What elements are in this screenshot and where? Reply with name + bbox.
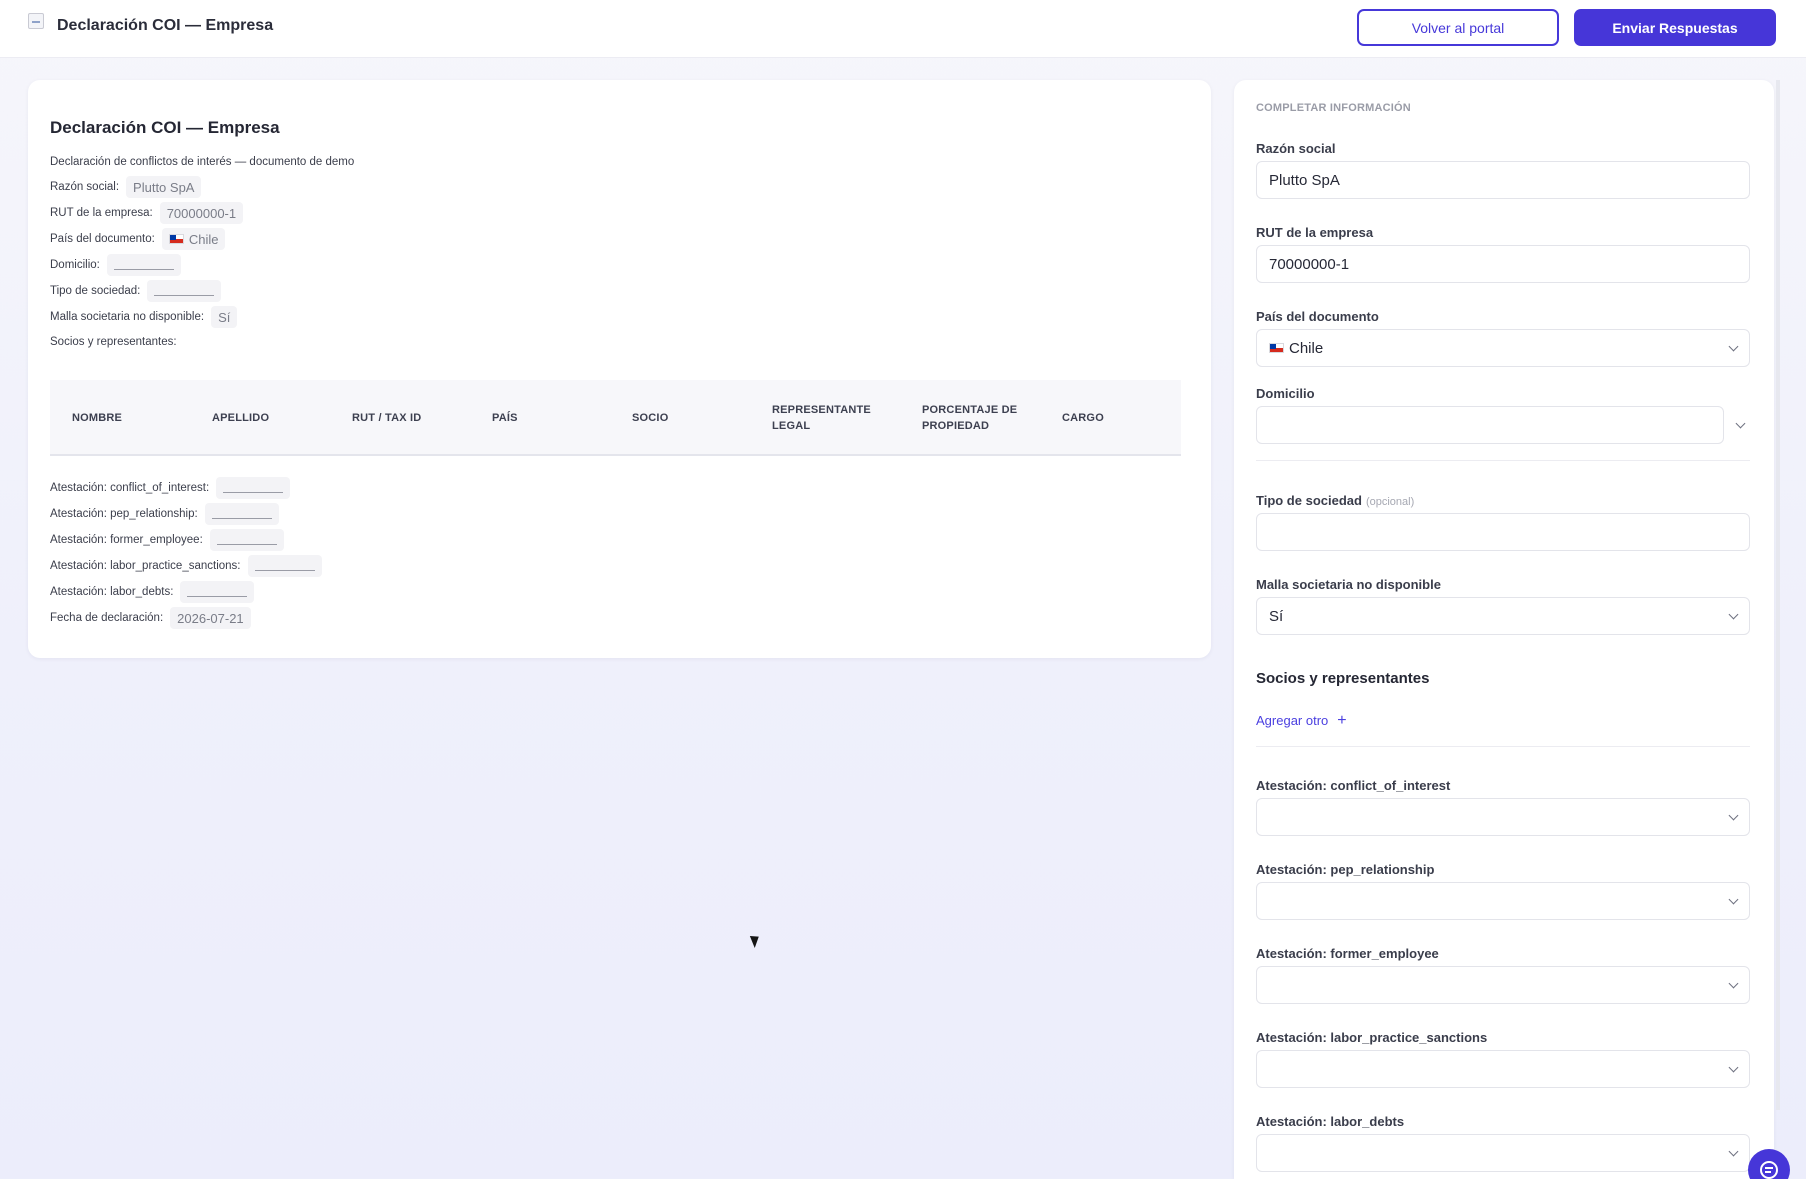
chevron-down-icon xyxy=(1728,978,1739,989)
preview-line-att-pep: Atestación: pep_relationship: xyxy=(50,503,279,525)
divider xyxy=(1256,746,1750,747)
preview-blank-att xyxy=(209,529,284,551)
chevron-down-icon xyxy=(1728,1062,1739,1073)
chevron-down-icon[interactable] xyxy=(1735,418,1746,429)
preview-value-razon: Plutto SpA xyxy=(126,176,202,198)
chevron-down-icon xyxy=(1728,1146,1739,1157)
preview-line-att-coi: Atestación: conflict_of_interest: xyxy=(50,477,291,499)
broken-logo-icon xyxy=(28,13,44,29)
att-labor-practice-label: Atestación: labor_practice_sanctions xyxy=(1256,1030,1488,1045)
att-former-select[interactable] xyxy=(1256,966,1750,1004)
rut-label: RUT de la empresa xyxy=(1256,225,1374,240)
socios-heading: Socios y representantes xyxy=(1256,670,1430,687)
att-labor-practice-select[interactable] xyxy=(1256,1050,1750,1088)
malla-label: Malla societaria no disponible xyxy=(1256,577,1441,592)
att-pep-select[interactable] xyxy=(1256,882,1750,920)
preview-line-att-labor-practice: Atestación: labor_practice_sanctions: xyxy=(50,555,322,577)
top-header: Declaración COI — Empresa Volver al port… xyxy=(0,0,1806,58)
razon-social-label: Razón social xyxy=(1256,141,1336,156)
preview-blank-att xyxy=(180,581,255,603)
preview-blank-att xyxy=(204,503,279,525)
preview-line-tipo: Tipo de sociedad: xyxy=(50,280,222,302)
scrollbar-track[interactable] xyxy=(1776,80,1780,1110)
chile-flag-icon xyxy=(168,234,184,244)
table-header-cell: RUT / TAX ID xyxy=(352,412,422,424)
chevron-down-icon xyxy=(1728,609,1739,620)
preview-blank-att xyxy=(216,477,291,499)
preview-title: Declaración COI — Empresa xyxy=(50,118,280,137)
preview-line-socios: Socios y representantes: xyxy=(50,336,177,348)
preview-blank-tipo xyxy=(147,280,222,302)
table-header-cell: SOCIO xyxy=(632,412,669,424)
submit-answers-button[interactable]: Enviar Respuestas xyxy=(1574,9,1776,46)
chat-icon xyxy=(1760,1161,1778,1179)
preview-value-malla: Sí xyxy=(211,306,238,328)
att-pep-label: Atestación: pep_relationship xyxy=(1256,862,1435,877)
divider xyxy=(1256,460,1750,461)
att-coi-select[interactable] xyxy=(1256,798,1750,836)
tipo-sociedad-input[interactable] xyxy=(1256,513,1750,551)
preview-line-fecha: Fecha de declaración: 2026-07-21 xyxy=(50,607,251,629)
partners-table-header: NOMBRE APELLIDO RUT / TAX ID PAÍS SOCIO … xyxy=(50,380,1181,456)
att-labor-debts-label: Atestación: labor_debts xyxy=(1256,1114,1405,1129)
chevron-down-icon xyxy=(1728,894,1739,905)
preview-line-rut: RUT de la empresa: 70000000-1 xyxy=(50,202,244,224)
header-title: Declaración COI — Empresa xyxy=(57,17,274,34)
preview-subtitle: Declaración de conflictos de interés — d… xyxy=(50,156,355,168)
table-header-cell: NOMBRE xyxy=(72,412,123,424)
table-header-cell: REPRESENTANTE LEGAL xyxy=(772,404,871,432)
table-header-cell: PAÍS xyxy=(492,412,518,424)
preview-line-pais: País del documento: Chile xyxy=(50,228,226,250)
help-chat-button[interactable] xyxy=(1748,1149,1790,1179)
preview-value-rut: 70000000-1 xyxy=(159,202,244,224)
rut-input[interactable]: 70000000-1 xyxy=(1256,245,1750,283)
preview-blank-domicilio xyxy=(106,254,181,276)
table-header-cell: APELLIDO xyxy=(212,412,270,424)
plus-icon: + xyxy=(1337,711,1347,729)
chevron-down-icon xyxy=(1728,341,1739,352)
preview-line-domicilio: Domicilio: xyxy=(50,254,181,276)
razon-social-input[interactable]: Plutto SpA xyxy=(1256,161,1750,199)
att-former-label: Atestación: former_employee xyxy=(1256,946,1439,961)
preview-line-razon: Razón social: Plutto SpA xyxy=(50,176,202,198)
att-labor-debts-select[interactable] xyxy=(1256,1134,1750,1172)
att-coi-label: Atestación: conflict_of_interest xyxy=(1256,778,1451,793)
section-kicker: COMPLETAR INFORMACIÓN xyxy=(1256,102,1411,114)
malla-select[interactable]: Sí xyxy=(1256,597,1750,635)
mouse-cursor-icon xyxy=(749,932,763,949)
preview-value-fecha: 2026-07-21 xyxy=(170,607,251,629)
preview-line-malla: Malla societaria no disponible: Sí xyxy=(50,306,238,328)
tipo-sociedad-label: Tipo de sociedad (opcional) xyxy=(1256,493,1415,508)
preview-line-att-former: Atestación: former_employee: xyxy=(50,529,284,551)
preview-line-att-labor-debts: Atestación: labor_debts: xyxy=(50,581,255,603)
document-preview: Declaración COI — Empresa Declaración de… xyxy=(28,80,1211,658)
chile-flag-icon xyxy=(1269,343,1284,353)
add-partner-link[interactable]: Agregar otro + xyxy=(1256,711,1347,729)
chevron-down-icon xyxy=(1728,810,1739,821)
pais-label: País del documento xyxy=(1256,309,1379,324)
preview-value-pais: Chile xyxy=(161,228,226,250)
table-header-cell: CARGO xyxy=(1062,412,1104,424)
pais-select[interactable]: Chile xyxy=(1256,329,1750,367)
form-panel: COMPLETAR INFORMACIÓN Razón social Plutt… xyxy=(1234,80,1774,1179)
back-to-portal-button[interactable]: Volver al portal xyxy=(1357,9,1559,46)
domicilio-input[interactable] xyxy=(1256,406,1724,444)
domicilio-label: Domicilio xyxy=(1256,386,1315,401)
preview-blank-att xyxy=(247,555,322,577)
table-header-cell: PORCENTAJE DE PROPIEDAD xyxy=(922,404,1018,432)
